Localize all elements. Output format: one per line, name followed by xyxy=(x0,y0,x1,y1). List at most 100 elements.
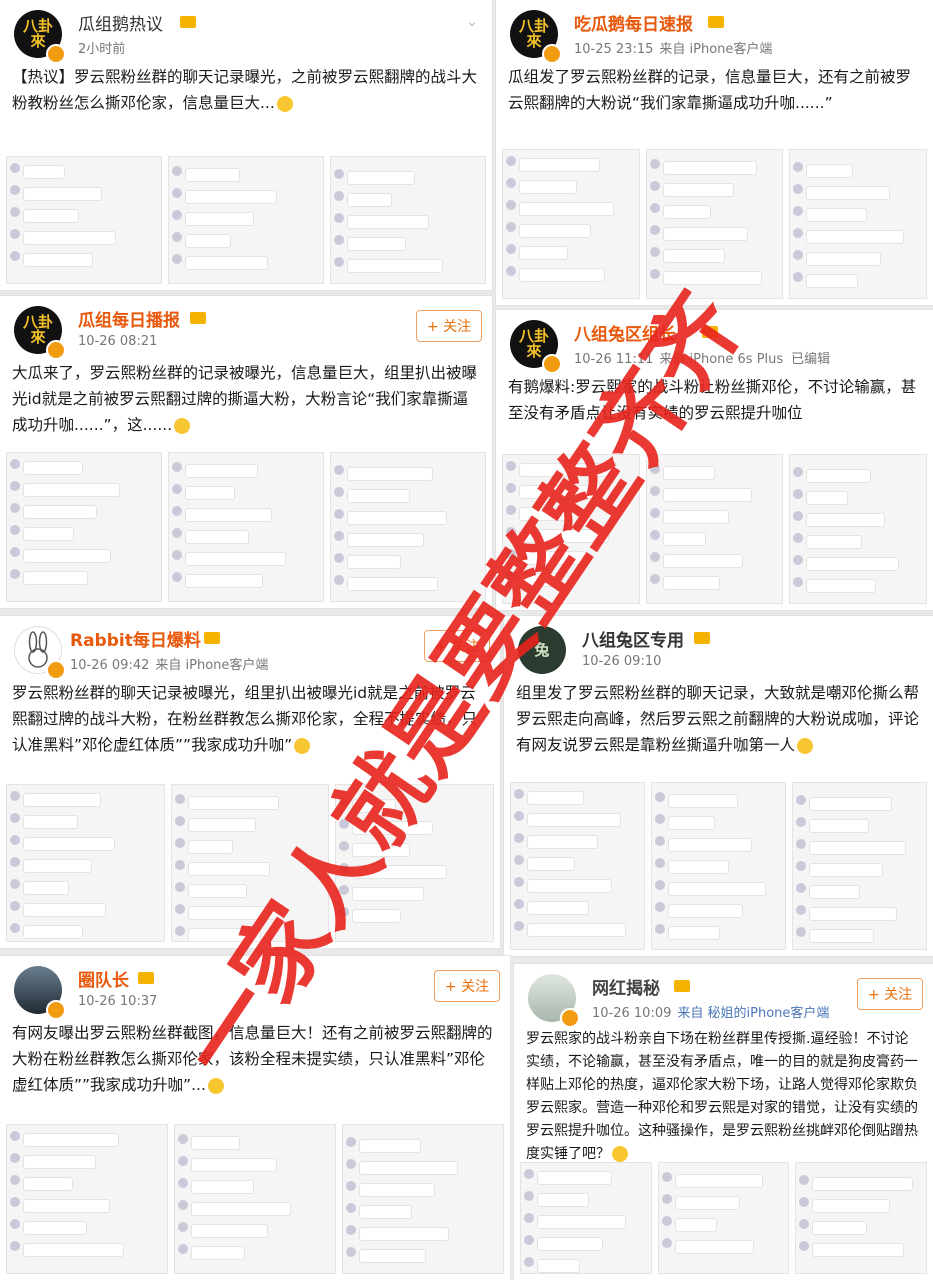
chat-screenshot[interactable] xyxy=(6,156,162,284)
chat-screenshot[interactable] xyxy=(520,1162,652,1274)
chat-bubble xyxy=(352,865,448,879)
chat-bubble xyxy=(359,1183,435,1197)
chat-screenshot[interactable] xyxy=(645,149,784,299)
screenshot-gallery[interactable] xyxy=(502,454,928,604)
chat-bubble xyxy=(185,574,263,588)
chat-screenshot[interactable] xyxy=(502,454,640,604)
chat-avatar-icon xyxy=(10,879,20,889)
crown-icon xyxy=(702,326,718,338)
chat-screenshot[interactable] xyxy=(792,782,927,950)
username[interactable]: 瓜组鹅热议 xyxy=(78,10,163,35)
chat-screenshot[interactable] xyxy=(335,784,495,942)
chat-bubble xyxy=(347,511,447,525)
chat-avatar-icon xyxy=(655,792,665,802)
chat-bubble xyxy=(191,1246,245,1260)
post-text: 有鹅爆料:罗云熙家的战斗粉让粉丝撕邓伦，不讨论输赢，甚至没有矛盾点让没有实绩的罗… xyxy=(508,378,917,422)
chat-avatar-icon xyxy=(10,813,20,823)
weibo-post[interactable]: 圈队长 10-26 10:37 + 关注 有网友曝出罗云熙粉丝群截图，信息量巨大… xyxy=(0,956,510,1280)
chat-avatar-icon xyxy=(793,250,804,260)
chat-screenshot[interactable] xyxy=(174,1124,336,1274)
chat-screenshot[interactable] xyxy=(651,782,786,950)
chat-bubble xyxy=(191,1224,268,1238)
verified-badge-icon xyxy=(46,660,66,680)
chat-screenshot[interactable] xyxy=(330,452,486,602)
follow-button[interactable]: + 关注 xyxy=(857,978,923,1010)
chat-bubble xyxy=(662,249,725,263)
chat-avatar-icon xyxy=(655,836,665,846)
weibo-post[interactable]: 八卦來 八组兔区组长 10-26 11:11 来自 iPhone 6s Plus 已… xyxy=(496,310,933,610)
follow-button[interactable]: + 关注 xyxy=(416,310,482,342)
chat-avatar-icon xyxy=(524,1213,534,1223)
chat-avatar-icon xyxy=(339,907,350,917)
weibo-post[interactable]: 八卦來 瓜组每日播报 10-26 08:21 + 关注 大瓜来了，罗云熙粉丝群的… xyxy=(0,296,492,608)
chat-screenshot[interactable] xyxy=(342,1124,504,1274)
chat-screenshot[interactable] xyxy=(657,1162,790,1274)
username[interactable]: 吃瓜鹅每日速报 xyxy=(574,10,693,35)
chat-screenshot[interactable] xyxy=(789,454,928,604)
avatar[interactable]: 兔 xyxy=(518,626,566,674)
follow-button[interactable]: + 关注 xyxy=(424,630,490,662)
chat-bubble xyxy=(519,180,577,194)
weibo-post[interactable]: Rabbit每日爆料 10-26 09:42 来自 iPhone客户端 + 关注 … xyxy=(0,616,500,948)
chat-bubble xyxy=(668,904,743,918)
chat-screenshot[interactable] xyxy=(168,452,324,602)
screenshot-gallery[interactable] xyxy=(6,1124,504,1274)
chat-bubble xyxy=(806,230,905,244)
chat-screenshot[interactable] xyxy=(6,1124,168,1274)
avatar-logo: 八卦來 xyxy=(22,17,53,50)
chat-avatar-icon xyxy=(649,464,660,474)
chat-bubble xyxy=(359,1205,412,1219)
screenshot-gallery[interactable] xyxy=(502,149,928,299)
chat-avatar-icon xyxy=(10,525,20,535)
chat-bubble xyxy=(806,491,849,505)
chat-avatar-icon xyxy=(649,225,660,235)
chat-avatar-icon xyxy=(334,531,344,541)
chat-bubble xyxy=(23,209,79,223)
chat-bubble xyxy=(359,1227,449,1241)
screenshot-gallery[interactable] xyxy=(6,452,486,602)
weibo-post[interactable]: 八卦來 瓜组鹅热议 2小时前 ⌄ 【热议】罗云熙粉丝群的聊天记录曝光，之前被罗云… xyxy=(0,0,492,290)
chat-bubble xyxy=(347,215,429,229)
username[interactable]: 八组兔区组长 xyxy=(574,320,676,345)
chat-bubble xyxy=(806,274,859,288)
username[interactable]: 瓜组每日播报 xyxy=(78,306,180,331)
chat-screenshot[interactable] xyxy=(168,156,324,284)
chat-screenshot[interactable] xyxy=(645,454,784,604)
chat-bubble xyxy=(662,554,743,568)
chat-avatar-icon xyxy=(178,1222,188,1232)
chat-avatar-icon xyxy=(796,861,806,871)
chat-screenshot[interactable] xyxy=(510,782,645,950)
chat-screenshot[interactable] xyxy=(170,784,330,942)
chat-avatar-icon xyxy=(655,858,665,868)
chat-screenshot[interactable] xyxy=(6,784,165,942)
chat-bubble xyxy=(187,884,247,898)
chat-bubble xyxy=(806,252,882,266)
chat-screenshot[interactable] xyxy=(795,1162,928,1274)
chat-bubble xyxy=(668,882,766,896)
username[interactable]: 八组兔区专用 xyxy=(582,626,684,651)
weibo-post[interactable]: 网红揭秘 10-26 10:09 来自 秘姐的iPhone客户端 + 关注 罗云熙… xyxy=(514,964,933,1280)
thinking-emoji-icon xyxy=(612,1146,628,1162)
chat-bubble xyxy=(187,928,261,941)
screenshot-gallery[interactable] xyxy=(510,782,927,950)
chat-bubble xyxy=(347,171,415,185)
screenshot-gallery[interactable] xyxy=(520,1162,928,1274)
crown-icon xyxy=(180,16,196,28)
chat-screenshot[interactable] xyxy=(6,452,162,602)
weibo-post[interactable]: 八卦來 吃瓜鹅每日速报 10-25 23:15 来自 iPhone客户端 瓜组发了… xyxy=(496,0,933,305)
chat-avatar-icon xyxy=(796,927,806,937)
weibo-post[interactable]: 兔 八组兔区专用 10-26 09:10 组里发了罗云熙粉丝群的聊天记录，大致就… xyxy=(504,616,933,956)
username[interactable]: 网红揭秘 xyxy=(592,974,660,999)
username[interactable]: Rabbit每日爆料 xyxy=(70,626,201,651)
chat-avatar-icon xyxy=(334,169,344,179)
screenshot-gallery[interactable] xyxy=(6,784,495,942)
username[interactable]: 圈队长 xyxy=(78,966,129,991)
follow-button[interactable]: + 关注 xyxy=(434,970,500,1002)
chat-avatar-icon xyxy=(346,1159,356,1169)
chat-screenshot[interactable] xyxy=(330,156,486,284)
chevron-down-icon[interactable]: ⌄ xyxy=(466,14,478,30)
chat-bubble xyxy=(806,186,891,200)
chat-screenshot[interactable] xyxy=(502,149,640,299)
screenshot-gallery[interactable] xyxy=(6,156,486,284)
chat-screenshot[interactable] xyxy=(789,149,928,299)
